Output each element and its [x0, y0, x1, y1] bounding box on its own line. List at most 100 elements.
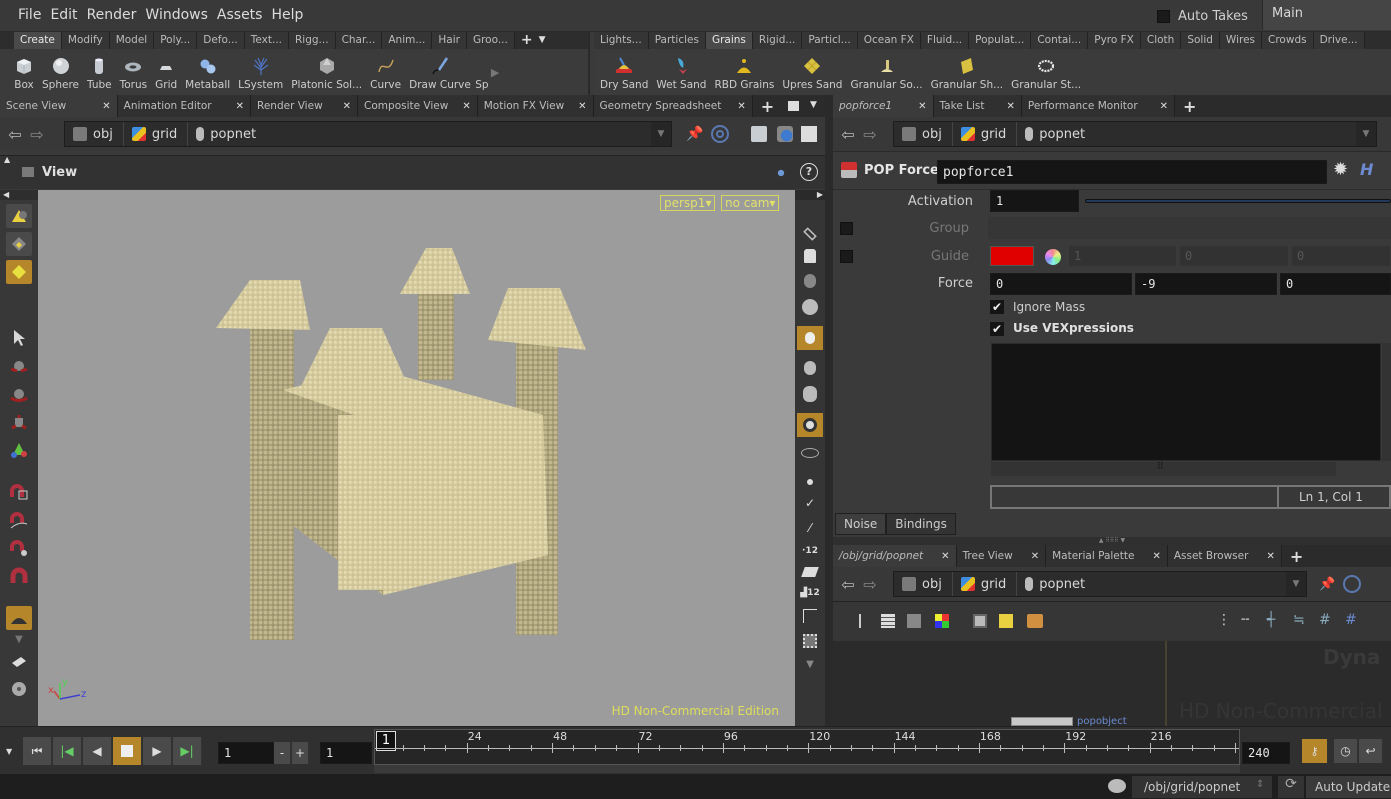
path-dropdown-icon[interactable]: ▼ [1286, 572, 1306, 596]
close-icon[interactable]: ✕ [1006, 101, 1014, 112]
activation-input[interactable] [990, 190, 1079, 212]
link-icon[interactable] [1343, 575, 1362, 593]
tool-granular-sheet[interactable]: Granular Sh... [927, 49, 1008, 95]
menu-help[interactable]: Help [271, 7, 303, 23]
vertex-icon[interactable] [803, 609, 817, 623]
shelf-tab-deform[interactable]: Defo... [197, 32, 245, 49]
shelf-tab-fluid[interactable]: Fluid... [920, 32, 970, 49]
tab-composite-view[interactable]: Composite View ✕ [358, 95, 478, 117]
auto-update-menu[interactable]: Auto Update [1306, 776, 1391, 798]
close-icon[interactable]: ✕ [343, 101, 351, 112]
tab-network-popnet[interactable]: /obj/grid/popnet ✕ [833, 545, 957, 567]
close-icon[interactable]: ✕ [102, 101, 110, 112]
shelf-tab-lights[interactable]: Lights... [594, 32, 649, 49]
tab-animation-editor[interactable]: Animation Editor ✕ [117, 95, 252, 117]
refresh-icon[interactable]: ⟳ [1278, 776, 1304, 798]
forward-arrow-icon[interactable]: ⇨ [26, 125, 48, 144]
menu-assets[interactable]: Assets [217, 7, 263, 23]
lock-camera-icon[interactable] [804, 249, 816, 263]
shelf-tab-solid[interactable]: Solid [1181, 32, 1220, 49]
realtime-button[interactable]: ◷ [1334, 739, 1358, 763]
tool-torus[interactable]: Torus [116, 49, 152, 95]
timeline-range-slider[interactable] [374, 765, 1240, 773]
shelf-menu-chevron-icon[interactable]: ▼ [539, 32, 546, 49]
shelf-tab-modify[interactable]: Modify [61, 32, 110, 49]
close-icon[interactable]: ✕ [236, 101, 244, 112]
force-z-input[interactable] [1280, 273, 1391, 295]
add-shelf-icon[interactable]: + [515, 32, 539, 49]
align-vertical-icon[interactable]: ⋮ [1217, 612, 1231, 628]
tool-lsystem[interactable]: LSystem [234, 49, 287, 95]
point-numbers-icon[interactable]: ·12 [802, 546, 818, 556]
status-path-field[interactable]: /obj/grid/popnet [1132, 776, 1272, 798]
shelf-tab-texture[interactable]: Text... [244, 32, 289, 49]
tab-render-view[interactable]: Render View ✕ [251, 95, 359, 117]
back-arrow-icon[interactable]: ⇦ [4, 125, 26, 144]
menu-edit[interactable]: Edit [50, 7, 77, 23]
pane-splitter[interactable] [825, 95, 833, 726]
shelf-tab-container[interactable]: Contai... [1031, 32, 1089, 49]
tool-box[interactable]: Box [10, 49, 38, 95]
close-icon[interactable]: ✕ [1031, 551, 1039, 562]
node-name-input[interactable] [937, 160, 1327, 184]
close-icon[interactable]: ✕ [737, 101, 745, 112]
menu-render[interactable]: Render [87, 7, 137, 23]
add-tab-icon[interactable]: + [1282, 547, 1311, 566]
magnet-box-tool[interactable] [6, 480, 32, 504]
snap-icon[interactable]: ┽ [1267, 612, 1275, 628]
breadcrumb-grid[interactable]: grid [953, 572, 1018, 596]
toolbar-expand-icon[interactable]: ▶ [795, 190, 825, 200]
play-reverse-button[interactable]: ◀ [83, 737, 112, 765]
tool-metaball[interactable]: Metaball [181, 49, 234, 95]
speech-bubble-icon[interactable] [1108, 779, 1126, 793]
view-tools-icon[interactable] [22, 167, 34, 177]
magnet-sphere-tool[interactable] [6, 536, 32, 560]
brush-pen-icon[interactable]: ⁄ [809, 521, 811, 535]
shading-cube-icon[interactable] [751, 126, 768, 142]
prim-numbers-icon[interactable]: ▟12 [800, 588, 819, 598]
handle-tool[interactable] [6, 438, 32, 462]
shelf-tab-model[interactable]: Model [109, 32, 155, 49]
guide-color-swatch[interactable] [990, 246, 1034, 266]
loop-button[interactable]: ↩ [1359, 739, 1383, 763]
tab-tree-view[interactable]: Tree View ✕ [956, 545, 1047, 567]
subnet-box-icon[interactable] [1027, 614, 1043, 628]
breadcrumb-grid[interactable]: grid [953, 122, 1018, 146]
more-display-chevron-icon[interactable]: ▼ [806, 659, 814, 670]
color-palette-icon[interactable] [935, 614, 949, 628]
primitive-icon[interactable] [801, 567, 819, 577]
tool-platonic[interactable]: Platonic Sol... [287, 49, 366, 95]
shelf-tab-animation[interactable]: Anim... [382, 32, 433, 49]
headlight-icon[interactable] [804, 274, 816, 288]
distribute-icon[interactable]: ≒ [1293, 612, 1305, 628]
ignore-mass-checkbox[interactable]: ✔ [990, 300, 1004, 314]
tool-granular-source[interactable]: Granular So... [846, 49, 926, 95]
tab-geometry-spreadsheet[interactable]: Geometry Spreadsheet ✕ [593, 95, 753, 117]
scale-tool[interactable] [6, 410, 32, 434]
tab-material-palette[interactable]: Material Palette ✕ [1046, 545, 1168, 567]
take-selector[interactable]: Main [1262, 0, 1391, 30]
rotate-tool[interactable] [6, 382, 32, 406]
link-icon[interactable] [711, 125, 730, 143]
select-components-button[interactable] [6, 232, 32, 256]
shelf-tab-particle-fluids[interactable]: Particl... [802, 32, 858, 49]
current-frame-input[interactable] [218, 742, 274, 764]
subtab-noise[interactable]: Noise [835, 513, 887, 535]
close-icon[interactable]: ✕ [1266, 551, 1274, 562]
grains-tool[interactable] [6, 606, 32, 630]
help-icon[interactable]: ? [800, 163, 818, 181]
close-icon[interactable]: ✕ [1152, 551, 1160, 562]
breadcrumb-popnet[interactable]: popnet [188, 122, 266, 146]
breadcrumb-obj[interactable]: obj [894, 572, 953, 596]
bounding-box-icon[interactable] [803, 634, 817, 648]
shelf-tab-characters[interactable]: Char... [335, 32, 383, 49]
breadcrumb-popnet[interactable]: popnet [1017, 122, 1095, 146]
grid-icon[interactable]: # [1345, 612, 1357, 628]
path-dropdown-icon[interactable]: ▼ [651, 122, 671, 146]
add-light-icon[interactable] [804, 361, 816, 375]
guide-r-input[interactable] [1068, 245, 1177, 267]
network-editor[interactable]: Dyna HD Non-Commercial Ed popobject [833, 641, 1391, 747]
path-dropdown-icon[interactable]: ▼ [1356, 122, 1376, 146]
align-horizontal-icon[interactable]: ╌ [1241, 612, 1249, 628]
back-arrow-icon[interactable]: ⇦ [837, 125, 859, 144]
